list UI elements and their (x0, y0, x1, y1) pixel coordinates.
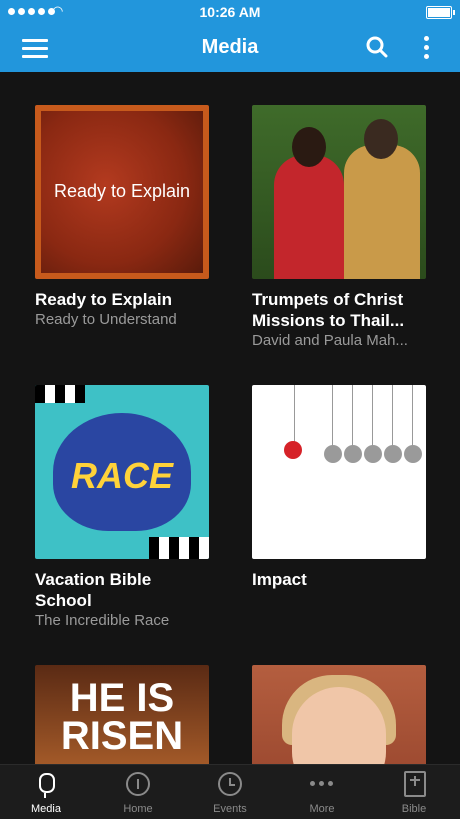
bible-icon (368, 771, 460, 799)
battery-icon (426, 6, 455, 19)
card-subtitle: Ready to Understand (35, 311, 177, 328)
media-thumbnail: RACE (35, 385, 209, 559)
media-thumbnail: Ready to Explain (35, 105, 209, 279)
media-card-ready-to-explain[interactable]: Ready to Explain Ready to Explain Ready … (35, 105, 209, 329)
media-card-he-is-risen[interactable]: HE IS RISEN (35, 665, 209, 764)
more-horizontal-icon (276, 771, 368, 799)
media-card-speaker[interactable] (252, 665, 426, 764)
card-subtitle: The Incredible Race (35, 612, 170, 629)
tab-label: More (309, 803, 335, 815)
tab-home[interactable]: Home (92, 765, 184, 819)
media-grid: Ready to Explain Ready to Explain Ready … (0, 72, 460, 764)
status-time: 10:26 AM (199, 4, 261, 20)
card-title: Ready to Explain (35, 290, 172, 309)
tab-events[interactable]: Events (184, 765, 276, 819)
search-icon[interactable] (366, 36, 388, 58)
clock-icon (184, 771, 276, 799)
media-thumbnail: HE IS RISEN (35, 665, 209, 764)
tab-label: Media (31, 803, 61, 815)
app-bar: Media (0, 24, 460, 72)
card-title: Vacation Bible School (35, 570, 152, 610)
card-title: Trumpets of Christ Missions to Thail... (252, 290, 405, 330)
tab-bible[interactable]: Bible (368, 765, 460, 819)
thumbnail-text: HE IS RISEN (60, 676, 184, 758)
tab-label: Events (213, 803, 247, 815)
tab-label: Bible (401, 803, 427, 815)
media-card-trumpets-of-christ[interactable]: Trumpets of Christ Missions to Thail... … (252, 105, 426, 350)
card-title: Impact (252, 570, 307, 589)
info-icon (92, 771, 184, 799)
status-bar: ◠ 10:26 AM (0, 0, 460, 24)
card-subtitle: David and Paula Mah... (252, 332, 408, 349)
more-vertical-icon[interactable] (424, 36, 430, 60)
media-thumbnail (252, 385, 426, 559)
thumbnail-text: Ready to Explain (53, 181, 191, 201)
page-title: Media (201, 36, 259, 58)
media-thumbnail (252, 665, 426, 764)
bottom-tab-bar: Media Home Events More Bible (0, 764, 460, 819)
media-thumbnail (252, 105, 426, 279)
thumbnail-text: RACE (70, 455, 173, 496)
media-card-impact[interactable]: Impact (252, 385, 426, 590)
tab-media[interactable]: Media (0, 765, 92, 819)
tab-label: Home (123, 803, 153, 815)
media-card-vacation-bible-school[interactable]: RACE Vacation Bible School The Incredibl… (35, 385, 209, 630)
microphone-icon (0, 771, 92, 799)
tab-more[interactable]: More (276, 765, 368, 819)
